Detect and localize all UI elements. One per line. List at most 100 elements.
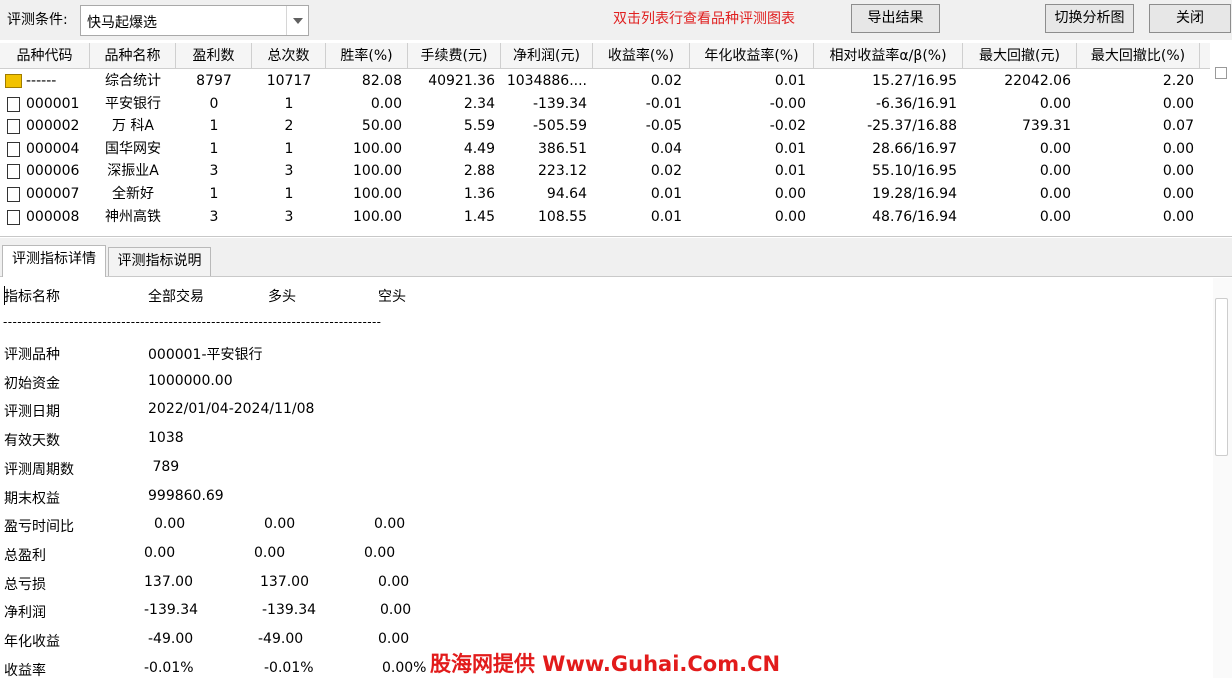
column-header[interactable]: 手续费(元) <box>408 43 501 69</box>
column-header[interactable]: 品种代码 <box>0 43 90 69</box>
table-cell: 0.00 <box>1162 140 1194 157</box>
table-row[interactable]: 000007 全新好 1 1 100.00 1.36 94.64 0.01 0.00 19.28/… <box>0 183 1210 206</box>
document-icon <box>7 209 20 225</box>
table-cell: 000002 <box>26 118 80 135</box>
detail-header-all: 全部交易 <box>148 289 204 305</box>
table-cell: -0.00 <box>769 95 806 112</box>
table-cell: 5.59 <box>463 118 495 135</box>
table-cell: 3 <box>209 163 219 180</box>
table-cell: 综合统计 <box>105 73 161 89</box>
tab-bar: 评测指标详情 评测指标说明 <box>0 238 1232 277</box>
row-checkbox[interactable] <box>1215 67 1227 79</box>
table-cell: 100.00 <box>353 186 402 202</box>
switch-chart-button[interactable]: 切换分析图 <box>1045 4 1134 33</box>
metric-value: 0.00 <box>374 516 406 533</box>
table-cell: 48.76/16.94 <box>872 208 957 225</box>
detail-header-name: 指标名称 <box>4 289 60 305</box>
metric-value: -0.01% <box>144 659 194 676</box>
table-row[interactable]: 000001 平安银行 0 1 0.00 2.34 -139.34 -0.01 -0.00 -6.… <box>0 93 1210 116</box>
metric-value: 0.00 <box>154 516 186 533</box>
column-header[interactable]: 年化收益率(%) <box>690 43 814 69</box>
metric-value: 1000000.00 <box>148 372 233 389</box>
table-cell: 国华网安 <box>105 140 161 157</box>
tab-metric-details[interactable]: 评测指标详情 <box>2 245 106 277</box>
dropdown-button[interactable] <box>286 6 308 35</box>
table-cell: 386.51 <box>538 140 587 157</box>
table-cell: 19.28/16.94 <box>872 186 957 202</box>
metric-value: 2022/01/04-2024/11/08 <box>148 401 315 418</box>
table-cell: 739.31 <box>1022 118 1071 135</box>
table-row[interactable]: 000006 深振业A 3 3 100.00 2.88 223.12 0.02 0.01 55.1… <box>0 160 1210 183</box>
metric-value: 789 <box>148 458 180 475</box>
table-cell: 0.00 <box>1039 208 1071 225</box>
results-table[interactable]: 品种代码 品种名称 盈利数 总次数 胜率(%) 手续费(元) 净利润(元) 收益率(%) 年化收… <box>0 41 1232 237</box>
condition-label: 评测条件: <box>7 12 68 28</box>
table-cell: -139.34 <box>532 95 587 112</box>
metric-label: 初始资金 <box>4 375 60 392</box>
table-cell: 0.04 <box>650 140 682 157</box>
table-cell: 2.20 <box>1162 73 1194 89</box>
condition-select[interactable]: 快马起爆选 <box>80 5 309 36</box>
table-cell: 0.00 <box>774 208 806 225</box>
table-cell: 3 <box>284 163 294 180</box>
column-header[interactable]: 最大回撤(元) <box>963 43 1077 69</box>
table-cell: 223.12 <box>538 163 587 180</box>
table-cell: 10717 <box>266 73 312 89</box>
column-header[interactable]: 相对收益率α/β(%) <box>814 43 963 69</box>
table-cell: 0.00 <box>1039 95 1071 112</box>
detail-pane[interactable]: 指标名称 全部交易 多头 空头 ------------------------… <box>0 278 1232 678</box>
document-icon <box>7 164 20 180</box>
table-header: 品种代码 品种名称 盈利数 总次数 胜率(%) 手续费(元) 净利润(元) 收益率(%) 年化收… <box>0 43 1210 69</box>
table-cell: 2.88 <box>463 163 495 180</box>
document-icon <box>7 187 20 202</box>
metric-value: 0.00 <box>380 602 412 619</box>
table-cell: 1 <box>209 140 219 157</box>
table-row[interactable]: 000004 国华网安 1 1 100.00 4.49 386.51 0.04 0.01 28.6… <box>0 138 1210 161</box>
table-cell: 1 <box>209 118 219 135</box>
column-header[interactable]: 收益率(%) <box>593 43 690 69</box>
table-cell: -0.02 <box>769 118 806 135</box>
table-row[interactable]: 000002 万 科A 1 2 50.00 5.59 -505.59 -0.05 -0.02 -2… <box>0 115 1210 138</box>
table-cell: 0.00 <box>1039 186 1071 202</box>
metric-value: -49.00 <box>258 631 304 647</box>
table-cell: 22042.06 <box>1004 73 1071 89</box>
scrollbar-thumb[interactable] <box>1215 298 1228 456</box>
column-header[interactable]: 最大回撤比(%) <box>1077 43 1200 69</box>
table-cell: 1.36 <box>463 186 495 202</box>
table-cell: -25.37/16.88 <box>867 118 957 135</box>
table-cell: 0.02 <box>650 163 682 180</box>
metric-value: 137.00 <box>144 573 193 590</box>
metric-label: 收益率 <box>4 662 46 678</box>
tab-metric-description[interactable]: 评测指标说明 <box>108 247 211 276</box>
column-header[interactable]: 净利润(元) <box>501 43 593 69</box>
detail-header-short: 空头 <box>378 289 406 305</box>
metric-value: 0.00 <box>254 544 286 561</box>
column-header[interactable]: 品种名称 <box>90 43 176 69</box>
table-cell: 1 <box>284 186 294 202</box>
table-cell: 100.00 <box>353 163 402 180</box>
table-cell: 万 科A <box>111 118 155 135</box>
table-cell: 82.08 <box>361 73 402 89</box>
metric-label: 有效天数 <box>4 433 60 450</box>
hint-text: 双击列表行查看品种评测图表 <box>613 11 795 27</box>
table-cell: 0.01 <box>650 208 682 225</box>
column-header[interactable]: 胜率(%) <box>326 43 408 69</box>
table-cell: 40921.36 <box>428 73 495 89</box>
column-header[interactable]: 总次数 <box>252 43 326 69</box>
close-button[interactable]: 关闭 <box>1149 4 1231 33</box>
table-cell: 3 <box>209 208 219 225</box>
metric-label: 总亏损 <box>4 576 46 593</box>
table-cell: 108.55 <box>538 208 587 225</box>
export-button[interactable]: 导出结果 <box>851 4 940 33</box>
metric-value: -139.34 <box>262 602 317 619</box>
table-cell: 0.07 <box>1162 118 1194 135</box>
table-cell: 15.27/16.95 <box>872 73 957 89</box>
table-cell: -0.01 <box>645 95 682 112</box>
table-row[interactable]: ------ 综合统计 8797 10717 82.08 40921.36 1034886.… <box>0 70 1210 93</box>
table-cell: 1034886.... <box>506 73 587 89</box>
table-row[interactable]: 000008 神州高铁 3 3 100.00 1.45 108.55 0.01 0.00 48.7… <box>0 206 1210 229</box>
metric-value: 137.00 <box>260 573 309 590</box>
document-icon <box>7 119 20 135</box>
column-header[interactable]: 盈利数 <box>176 43 252 69</box>
table-cell: 深振业A <box>107 163 159 180</box>
